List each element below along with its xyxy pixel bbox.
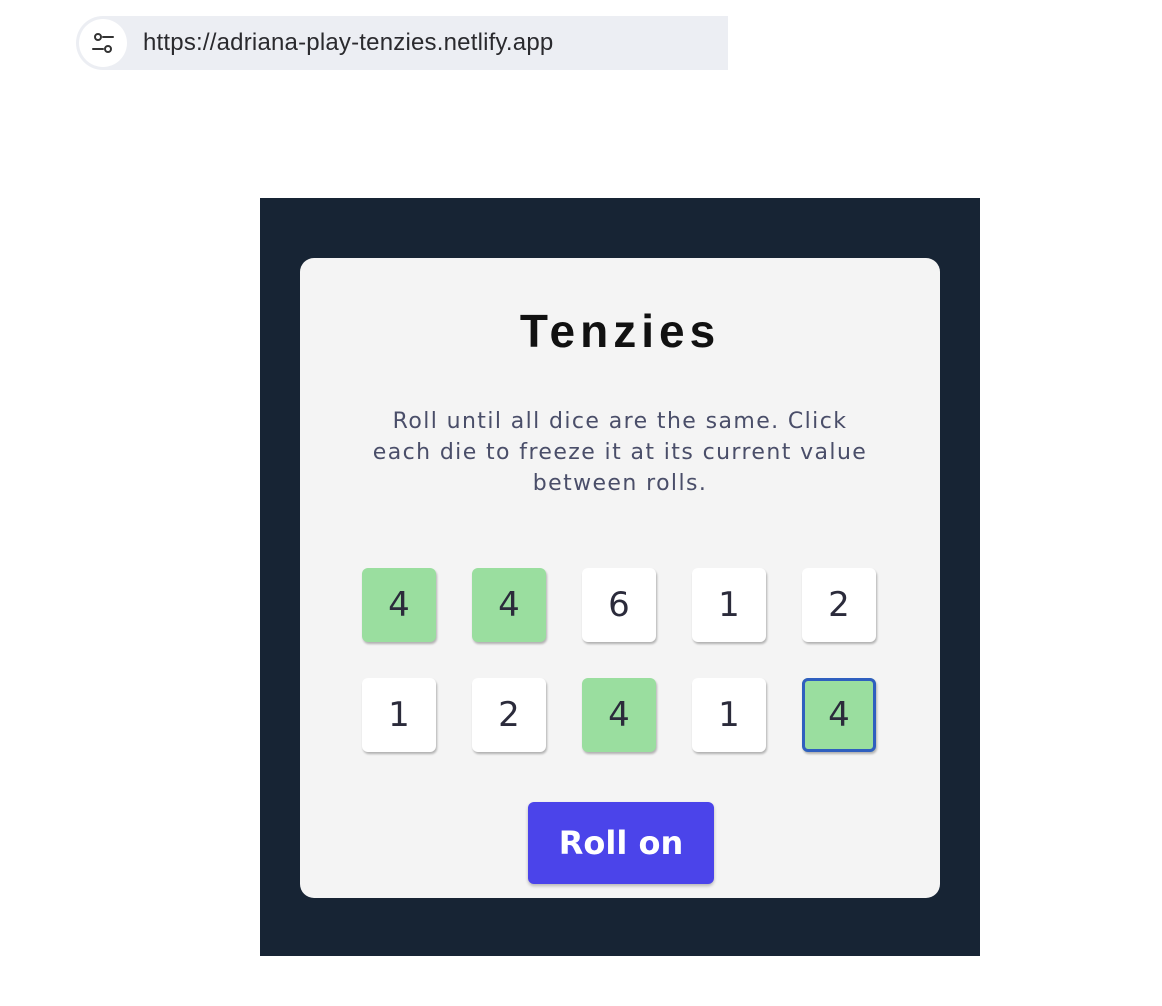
roll-button[interactable]: Roll on xyxy=(528,802,714,884)
url-text[interactable]: https://adriana-play-tenzies.netlify.app xyxy=(143,29,553,57)
die[interactable]: 2 xyxy=(802,568,876,642)
game-card: Tenzies Roll until all dice are the same… xyxy=(300,258,940,898)
die[interactable]: 4 xyxy=(582,678,656,752)
die[interactable]: 1 xyxy=(362,678,436,752)
sliders-icon xyxy=(92,33,114,53)
die[interactable]: 4 xyxy=(362,568,436,642)
die[interactable]: 4 xyxy=(802,678,876,752)
die[interactable]: 1 xyxy=(692,678,766,752)
page-title: Tenzies xyxy=(519,305,721,357)
die[interactable]: 2 xyxy=(472,678,546,752)
die[interactable]: 4 xyxy=(472,568,546,642)
site-info-button[interactable] xyxy=(79,19,127,67)
address-bar[interactable]: https://adriana-play-tenzies.netlify.app xyxy=(76,16,728,70)
dice-grid: 4 4 6 1 2 1 2 4 1 4 xyxy=(362,568,878,752)
instructions-text: Roll until all dice are the same. Click … xyxy=(372,409,868,496)
die[interactable]: 1 xyxy=(692,568,766,642)
game-frame: Tenzies Roll until all dice are the same… xyxy=(260,198,980,956)
die[interactable]: 6 xyxy=(582,568,656,642)
